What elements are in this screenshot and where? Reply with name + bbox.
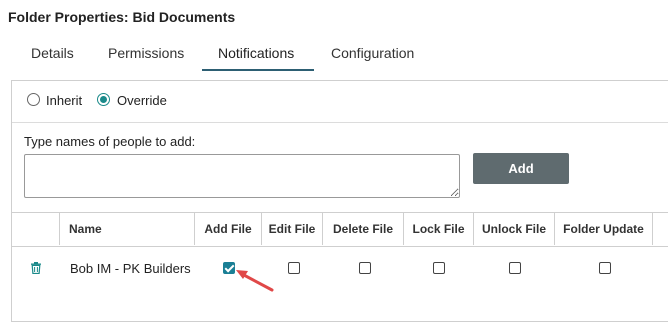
arrow-icon xyxy=(236,270,274,292)
table-header: Name Add File Edit File Delete File Lock… xyxy=(12,213,668,246)
header-delete-file[interactable]: Delete File xyxy=(323,213,404,245)
window-title: Folder Properties: Bid Documents xyxy=(8,9,236,25)
trash-icon[interactable] xyxy=(30,262,42,274)
checkbox-unlock-file[interactable] xyxy=(509,262,521,274)
checkbox-folder-update[interactable] xyxy=(599,262,611,274)
header-lock-file[interactable]: Lock File xyxy=(404,213,474,245)
checkbox-lock-file[interactable] xyxy=(433,262,445,274)
tab-configuration[interactable]: Configuration xyxy=(331,45,414,61)
header-icon-col xyxy=(12,213,60,245)
tab-permissions[interactable]: Permissions xyxy=(108,45,184,61)
active-tab-indicator xyxy=(202,69,314,71)
divider xyxy=(12,122,668,123)
add-button[interactable]: Add xyxy=(473,153,569,184)
radio-inherit-label[interactable]: Inherit xyxy=(46,93,82,108)
header-edit-file[interactable]: Edit File xyxy=(262,213,323,245)
row-name: Bob IM - PK Builders xyxy=(70,261,191,276)
people-input-label: Type names of people to add: xyxy=(24,134,196,149)
tab-details[interactable]: Details xyxy=(31,45,74,61)
header-folder-update[interactable]: Folder Update xyxy=(555,213,653,245)
people-input[interactable] xyxy=(24,154,460,198)
radio-override[interactable] xyxy=(97,93,110,106)
radio-inherit[interactable] xyxy=(27,93,40,106)
tab-notifications[interactable]: Notifications xyxy=(218,45,294,61)
radio-override-label[interactable]: Override xyxy=(117,93,167,108)
header-name[interactable]: Name xyxy=(60,213,195,245)
tab-bar: Details Permissions Notifications Config… xyxy=(0,40,668,72)
checkbox-delete-file[interactable] xyxy=(359,262,371,274)
checkbox-edit-file[interactable] xyxy=(288,262,300,274)
header-unlock-file[interactable]: Unlock File xyxy=(474,213,555,245)
header-add-file[interactable]: Add File xyxy=(195,213,262,245)
